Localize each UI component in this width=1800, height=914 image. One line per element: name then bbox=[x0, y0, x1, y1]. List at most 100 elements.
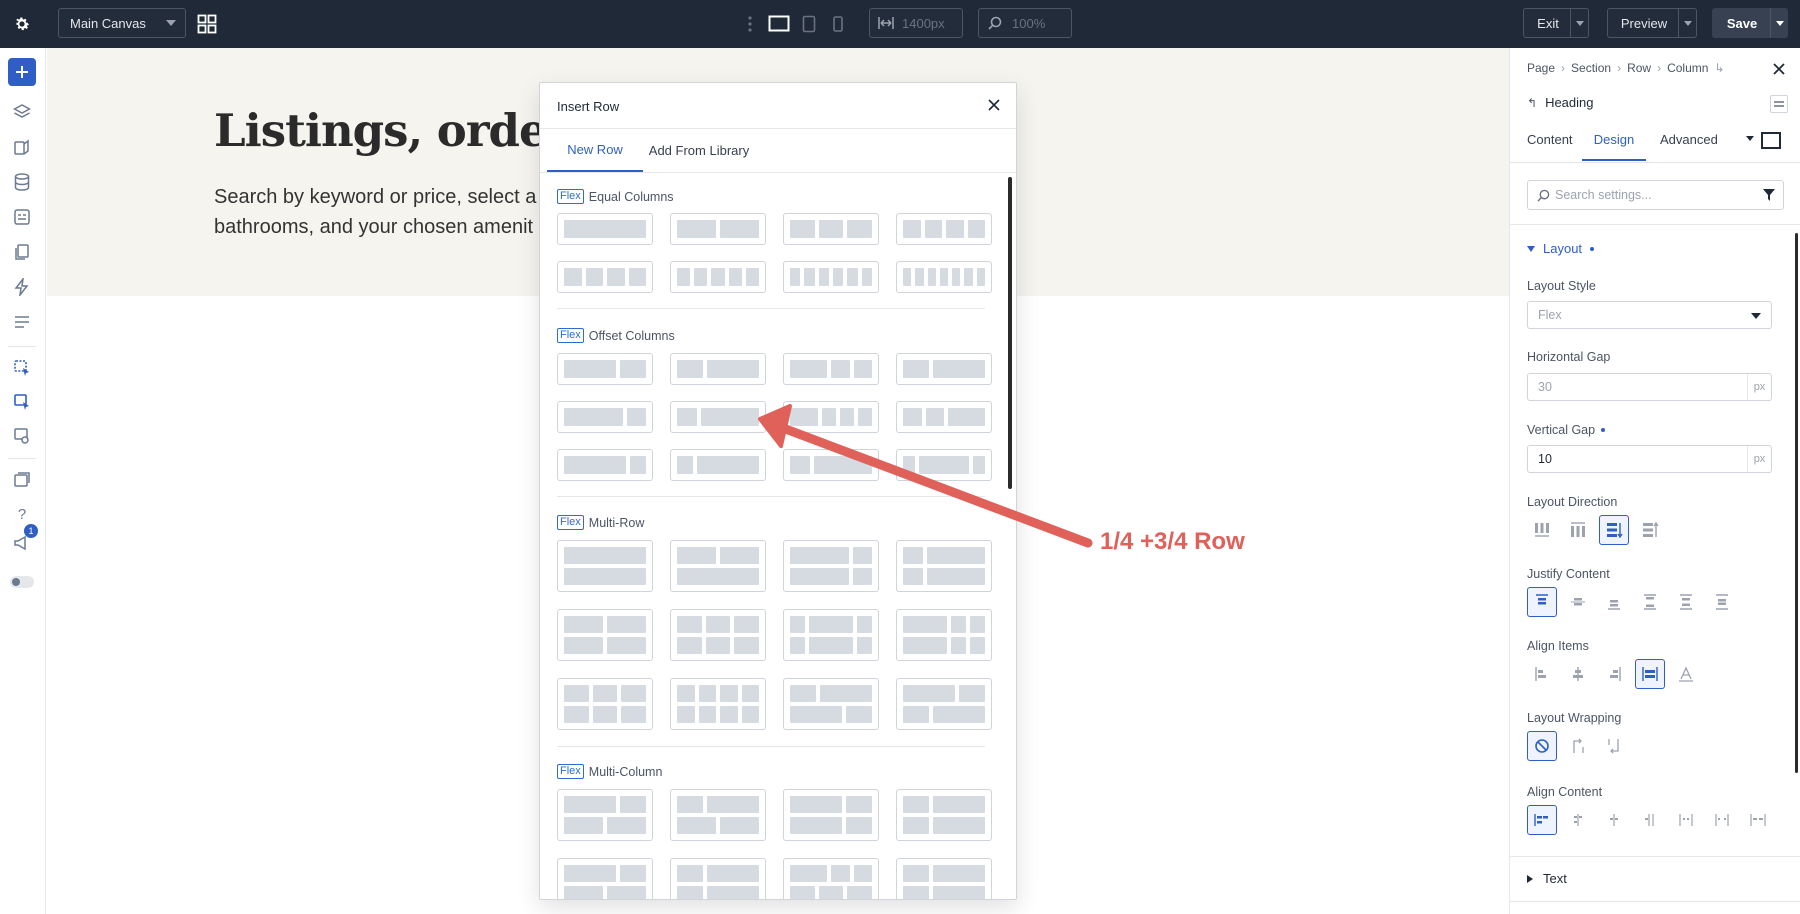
vgap-input[interactable]: 10 px bbox=[1527, 445, 1772, 473]
back-icon[interactable]: ↰ bbox=[1527, 96, 1537, 110]
layout-option-tile[interactable] bbox=[557, 678, 653, 730]
hgap-unit[interactable]: px bbox=[1747, 374, 1771, 400]
layout-option-tile[interactable] bbox=[896, 213, 992, 245]
modal-scrollbar[interactable] bbox=[1008, 177, 1012, 489]
preview-dropdown-icon[interactable] bbox=[1678, 9, 1696, 37]
layers-icon[interactable] bbox=[8, 98, 36, 126]
content-start-icon[interactable] bbox=[1527, 805, 1557, 835]
breadcrumb-page[interactable]: Page bbox=[1527, 61, 1555, 75]
add-icon[interactable] bbox=[8, 58, 36, 86]
layout-option-tile[interactable] bbox=[670, 540, 766, 592]
breadcrumb-section[interactable]: Section bbox=[1571, 61, 1611, 75]
align-end-icon[interactable] bbox=[1599, 659, 1629, 689]
direction-column-reverse-icon[interactable] bbox=[1635, 515, 1665, 545]
justify-around-icon[interactable] bbox=[1671, 587, 1701, 617]
layout-option-tile[interactable] bbox=[557, 213, 653, 245]
wrap-reverse-icon[interactable] bbox=[1599, 731, 1629, 761]
tablet-view-icon[interactable] bbox=[798, 12, 820, 36]
tab-add-from-library[interactable]: Add From Library bbox=[643, 129, 755, 172]
layout-option-tile[interactable] bbox=[670, 789, 766, 841]
tab-design[interactable]: Design bbox=[1582, 132, 1646, 161]
layout-option-tile[interactable] bbox=[896, 678, 992, 730]
list-icon[interactable] bbox=[8, 308, 36, 336]
layout-option-tile[interactable] bbox=[557, 401, 653, 433]
layout-option-tile[interactable] bbox=[783, 609, 879, 661]
layout-option-tile[interactable] bbox=[670, 401, 766, 433]
layout-option-tile[interactable] bbox=[896, 261, 992, 293]
justify-center-icon[interactable] bbox=[1563, 587, 1593, 617]
grid-icon[interactable] bbox=[195, 12, 219, 36]
align-center-icon[interactable] bbox=[1563, 659, 1593, 689]
layout-option-tile[interactable] bbox=[783, 789, 879, 841]
layout-option-tile[interactable] bbox=[670, 261, 766, 293]
direction-column-icon[interactable] bbox=[1599, 515, 1629, 545]
layout-option-tile[interactable] bbox=[670, 678, 766, 730]
search-settings-input[interactable]: Search settings... bbox=[1527, 180, 1784, 210]
layout-option-tile[interactable] bbox=[896, 789, 992, 841]
layout-option-tile[interactable] bbox=[557, 858, 653, 899]
layout-option-tile[interactable] bbox=[783, 858, 879, 899]
content-stretch-icon[interactable] bbox=[1743, 805, 1773, 835]
layout-group-toggle[interactable]: Layout bbox=[1527, 241, 1595, 256]
theme-builder-icon[interactable] bbox=[8, 354, 36, 382]
direction-row-icon[interactable] bbox=[1527, 515, 1557, 545]
layout-option-tile[interactable] bbox=[670, 213, 766, 245]
text-group-toggle[interactable]: Text bbox=[1527, 871, 1567, 886]
tab-new-row[interactable]: New Row bbox=[547, 129, 643, 172]
layout-option-tile[interactable] bbox=[896, 449, 992, 481]
breadcrumb-row[interactable]: Row bbox=[1627, 61, 1651, 75]
pages-icon[interactable] bbox=[8, 238, 36, 266]
vgap-unit[interactable]: px bbox=[1747, 446, 1771, 472]
align-stretch-icon[interactable] bbox=[1635, 659, 1665, 689]
canvas-select-icon[interactable] bbox=[8, 388, 36, 416]
canvas-select[interactable]: Main Canvas bbox=[58, 8, 186, 38]
gear-icon[interactable] bbox=[10, 12, 34, 36]
exit-button[interactable]: Exit bbox=[1523, 8, 1589, 38]
layout-option-tile[interactable] bbox=[783, 449, 879, 481]
layout-style-select[interactable]: Flex bbox=[1527, 301, 1772, 329]
save-button[interactable]: Save bbox=[1712, 8, 1788, 38]
layout-option-tile[interactable] bbox=[557, 609, 653, 661]
content-end-icon[interactable] bbox=[1599, 805, 1629, 835]
template-icon[interactable] bbox=[8, 203, 36, 231]
justify-between-icon[interactable] bbox=[1635, 587, 1665, 617]
hgap-input[interactable]: 30 px bbox=[1527, 373, 1772, 401]
tabs-more-icon[interactable] bbox=[1746, 136, 1754, 141]
filter-icon[interactable] bbox=[1763, 189, 1775, 201]
layout-option-tile[interactable] bbox=[670, 609, 766, 661]
layout-option-tile[interactable] bbox=[896, 353, 992, 385]
toggle-icon[interactable] bbox=[8, 568, 36, 596]
layout-option-tile[interactable] bbox=[783, 213, 879, 245]
layout-option-tile[interactable] bbox=[557, 789, 653, 841]
hero-body[interactable]: Search by keyword or price, select a bat… bbox=[214, 182, 536, 242]
phone-view-icon[interactable] bbox=[827, 12, 849, 36]
layout-option-tile[interactable] bbox=[783, 401, 879, 433]
wrap-icon[interactable] bbox=[1563, 731, 1593, 761]
justify-start-icon[interactable] bbox=[1527, 587, 1557, 617]
layout-option-tile[interactable] bbox=[557, 540, 653, 592]
panel-scrollbar[interactable] bbox=[1795, 233, 1798, 773]
database-icon[interactable] bbox=[8, 168, 36, 196]
more-vertical-icon[interactable] bbox=[744, 12, 756, 36]
preview-button[interactable]: Preview bbox=[1607, 8, 1697, 38]
layout-option-tile[interactable] bbox=[557, 353, 653, 385]
layout-option-tile[interactable] bbox=[670, 353, 766, 385]
layout-option-tile[interactable] bbox=[783, 261, 879, 293]
layout-option-tile[interactable] bbox=[896, 401, 992, 433]
content-between-icon[interactable] bbox=[1635, 805, 1665, 835]
content-around-icon[interactable] bbox=[1671, 805, 1701, 835]
align-baseline-icon[interactable] bbox=[1671, 659, 1701, 689]
lightning-icon[interactable] bbox=[8, 273, 36, 301]
zoom-field[interactable]: 100% bbox=[978, 8, 1072, 38]
save-dropdown-icon[interactable] bbox=[1770, 8, 1788, 38]
justify-end-icon[interactable] bbox=[1599, 587, 1629, 617]
content-center-icon[interactable] bbox=[1563, 805, 1593, 835]
layout-option-tile[interactable] bbox=[670, 449, 766, 481]
layout-option-tile[interactable] bbox=[896, 609, 992, 661]
close-icon[interactable] bbox=[984, 95, 1004, 115]
search-replace-icon[interactable] bbox=[8, 422, 36, 450]
no-wrap-icon[interactable] bbox=[1527, 731, 1557, 761]
content-evenly-icon[interactable] bbox=[1707, 805, 1737, 835]
desktop-view-icon[interactable] bbox=[766, 12, 792, 36]
tab-content[interactable]: Content bbox=[1527, 132, 1573, 147]
